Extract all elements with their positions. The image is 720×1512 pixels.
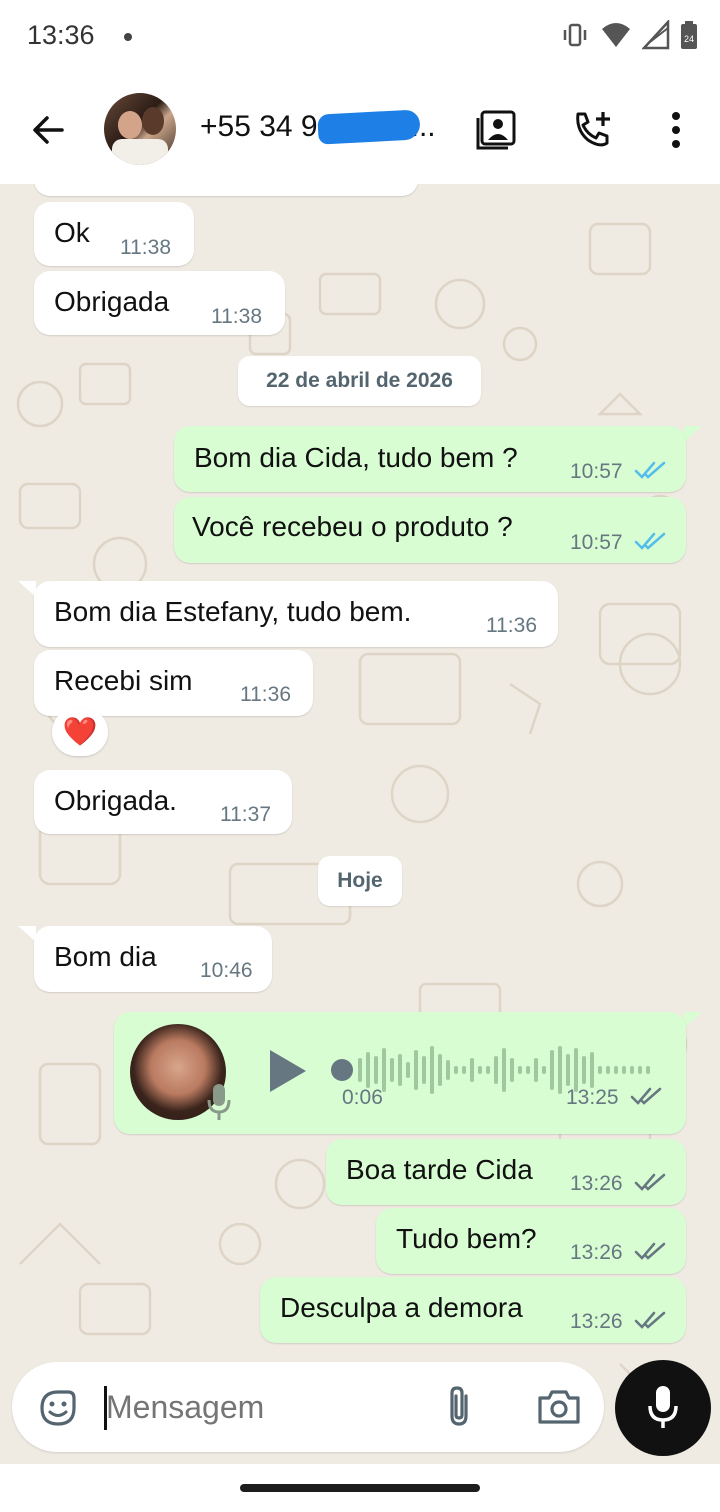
message-bubble[interactable]: Ok 11:38 — [34, 202, 194, 266]
svg-text:24: 24 — [684, 34, 694, 44]
message-text: Bom dia Estefany, tudo bem. — [54, 596, 412, 627]
message-text: Bom dia Cida, tudo bem ? — [194, 442, 518, 473]
message-text: Boa tarde Cida — [346, 1154, 533, 1185]
read-ticks-icon — [634, 461, 666, 479]
message-bubble[interactable]: Bom dia Estefany, tudo bem. 11:36 — [34, 581, 558, 647]
message-bubble[interactable]: Bom dia 10:46 — [34, 926, 272, 992]
message-bubble[interactable]: Você recebeu o produto ? 10:57 — [174, 497, 686, 563]
signal-icon — [642, 20, 670, 50]
message-time: 10:57 — [570, 531, 623, 554]
message-bubble[interactable]: Boa tarde Cida 13:26 — [326, 1139, 686, 1205]
chat-header: +55 34 9... — [0, 72, 720, 184]
message-time: 13:26 — [570, 1241, 623, 1264]
message-time: 13:25 — [566, 1086, 619, 1109]
status-icons: 24 — [560, 20, 698, 50]
message-time: 11:36 — [240, 683, 291, 706]
voice-record-button[interactable] — [615, 1360, 711, 1456]
bubble-tail — [684, 1012, 702, 1028]
message-text: Desculpa a demora — [280, 1292, 523, 1323]
message-time: 10:46 — [200, 959, 253, 982]
message-time: 11:38 — [211, 305, 262, 328]
contact-card-icon[interactable] — [474, 108, 518, 152]
delivered-ticks-icon — [634, 1242, 666, 1260]
message-time: 13:26 — [570, 1310, 623, 1333]
notification-dot-icon — [124, 33, 132, 41]
chat-area[interactable]: Ok 11:38 Obrigada 11:38 22 de abril de 2… — [0, 184, 720, 1464]
message-text: Recebi sim — [54, 665, 193, 696]
add-call-icon[interactable] — [570, 108, 614, 152]
message-bubble[interactable]: Recebi sim 11:36 — [34, 650, 313, 716]
date-chip: Hoje — [318, 856, 402, 906]
message-time: 11:36 — [486, 614, 537, 637]
reaction-heart[interactable]: ❤️ — [52, 708, 108, 756]
bubble-tail — [684, 426, 702, 442]
battery-icon: 24 — [681, 21, 697, 49]
voice-duration: 0:06 — [342, 1086, 383, 1109]
date-chip: 22 de abril de 2026 — [238, 356, 481, 406]
message-text: Obrigada — [54, 286, 170, 317]
back-arrow-icon[interactable] — [28, 110, 68, 150]
message-text: Você recebeu o produto ? — [192, 511, 513, 542]
play-icon[interactable] — [264, 1046, 310, 1096]
status-time: 13:36 — [27, 20, 95, 50]
delivered-ticks-icon — [634, 1173, 666, 1191]
system-navigation-bar — [0, 1464, 720, 1512]
message-composer — [12, 1362, 604, 1452]
message-bubble[interactable]: Obrigada 11:38 — [34, 271, 285, 335]
wifi-icon — [602, 23, 630, 47]
message-text: Bom dia — [54, 941, 157, 972]
microphone-icon — [207, 1084, 231, 1120]
home-gesture-pill[interactable] — [240, 1484, 480, 1492]
message-input[interactable] — [106, 1382, 416, 1432]
message-time: 11:37 — [220, 803, 271, 826]
message-bubble[interactable]: Tudo bem? 13:26 — [376, 1208, 686, 1274]
message-bubble[interactable]: Obrigada. 11:37 — [34, 770, 292, 834]
redaction-scribble — [317, 109, 421, 145]
delivered-ticks-icon — [630, 1087, 662, 1105]
message-time: 13:26 — [570, 1172, 623, 1195]
contact-avatar[interactable] — [104, 93, 176, 165]
contact-number: +55 34 9 — [200, 110, 318, 143]
more-options-icon[interactable] — [654, 108, 698, 152]
message-text: Tudo bem? — [396, 1223, 537, 1254]
camera-icon[interactable] — [536, 1386, 582, 1428]
message-bubble[interactable]: Bom dia Cida, tudo bem ? 10:57 — [174, 426, 686, 492]
message-bubble-partial — [34, 184, 418, 196]
message-bubble[interactable]: Desculpa a demora 13:26 — [260, 1277, 686, 1343]
microphone-icon — [648, 1386, 678, 1428]
read-ticks-icon — [634, 532, 666, 550]
attach-icon[interactable] — [442, 1384, 478, 1430]
message-time: 11:38 — [120, 236, 171, 259]
delivered-ticks-icon — [634, 1311, 666, 1329]
message-text: Ok — [54, 217, 90, 248]
message-text: Obrigada. — [54, 785, 177, 816]
voice-note-bubble[interactable]: 0:06 13:25 — [114, 1012, 686, 1134]
vibrate-icon — [563, 23, 587, 47]
status-bar: 13:36 24 — [0, 0, 720, 72]
message-time: 10:57 — [570, 460, 623, 483]
sticker-icon[interactable] — [36, 1386, 80, 1430]
